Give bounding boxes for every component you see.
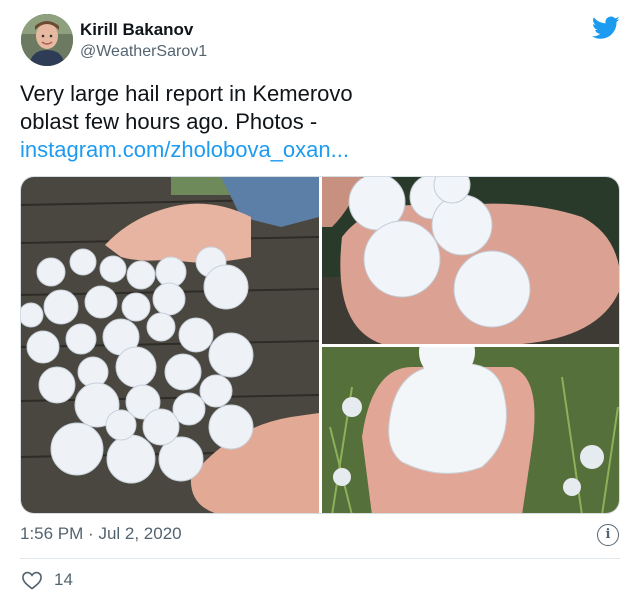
heart-icon[interactable] xyxy=(21,570,43,590)
like-count: 14 xyxy=(54,570,73,589)
author-handle[interactable]: @WeatherSarov1 xyxy=(80,43,207,61)
author-display-name[interactable]: Kirill Bakanov xyxy=(80,20,193,40)
photo-giant-hailstone[interactable] xyxy=(322,347,619,513)
media-grid xyxy=(20,176,620,514)
separator: · xyxy=(88,524,94,543)
tweet-time: 1:56 PM xyxy=(20,524,84,543)
tweet-text: Very large hail report in Kemerovo oblas… xyxy=(20,80,620,164)
divider xyxy=(20,558,620,559)
tweet-text-line: Very large hail report in Kemerovo xyxy=(20,81,353,106)
tweet-timestamp[interactable]: 1:56 PM · Jul 2, 2020 xyxy=(20,524,182,544)
avatar[interactable] xyxy=(21,14,73,66)
photo-hail-on-deck[interactable] xyxy=(21,177,319,513)
tweet-date: Jul 2, 2020 xyxy=(98,524,182,543)
twitter-bird-icon[interactable] xyxy=(591,16,620,40)
tweet-link[interactable]: instagram.com/zholobova_oxan... xyxy=(20,136,620,164)
photo-hail-in-hands[interactable] xyxy=(322,177,619,344)
tweet-text-line: oblast few hours ago. Photos - xyxy=(20,109,318,134)
info-icon[interactable]: i xyxy=(597,524,619,546)
tweet-card: Kirill Bakanov @WeatherSarov1 Very large… xyxy=(0,0,640,606)
